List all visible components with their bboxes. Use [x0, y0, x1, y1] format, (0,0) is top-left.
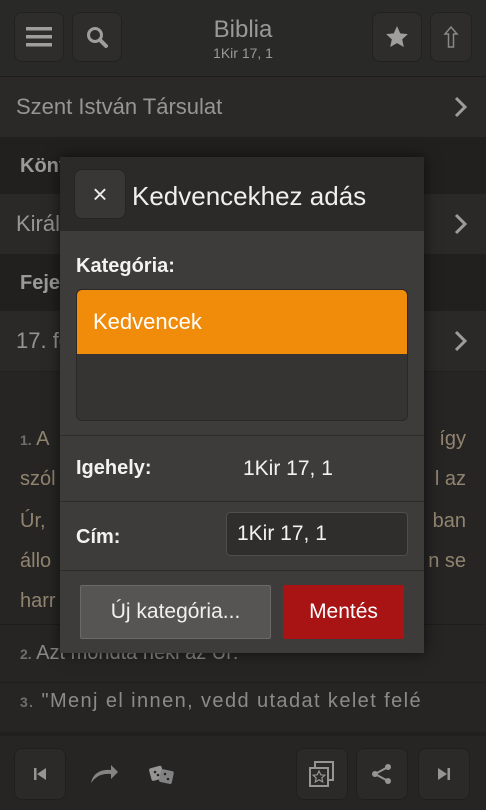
add-favorite-dialog: × Kedvencekhez adás Kategória: Kedvencek… — [60, 157, 424, 653]
title-input[interactable]: 1Kir 17, 1 — [226, 512, 408, 556]
location-value: 1Kir 17, 1 — [243, 457, 333, 480]
new-category-button[interactable]: Új kategória... — [80, 585, 271, 639]
category-label: Kategória: — [76, 255, 175, 277]
category-item-selected[interactable]: Kedvencek — [77, 290, 407, 354]
title-label: Cím: — [76, 526, 121, 548]
close-button[interactable]: × — [74, 169, 126, 219]
location-label: Igehely: — [76, 457, 152, 479]
close-icon: × — [92, 178, 108, 209]
dialog-title: Kedvencekhez adás — [132, 181, 367, 211]
save-button[interactable]: Mentés — [283, 585, 404, 639]
dialog-header: × Kedvencekhez adás — [60, 157, 424, 231]
category-list[interactable]: Kedvencek — [76, 289, 408, 421]
